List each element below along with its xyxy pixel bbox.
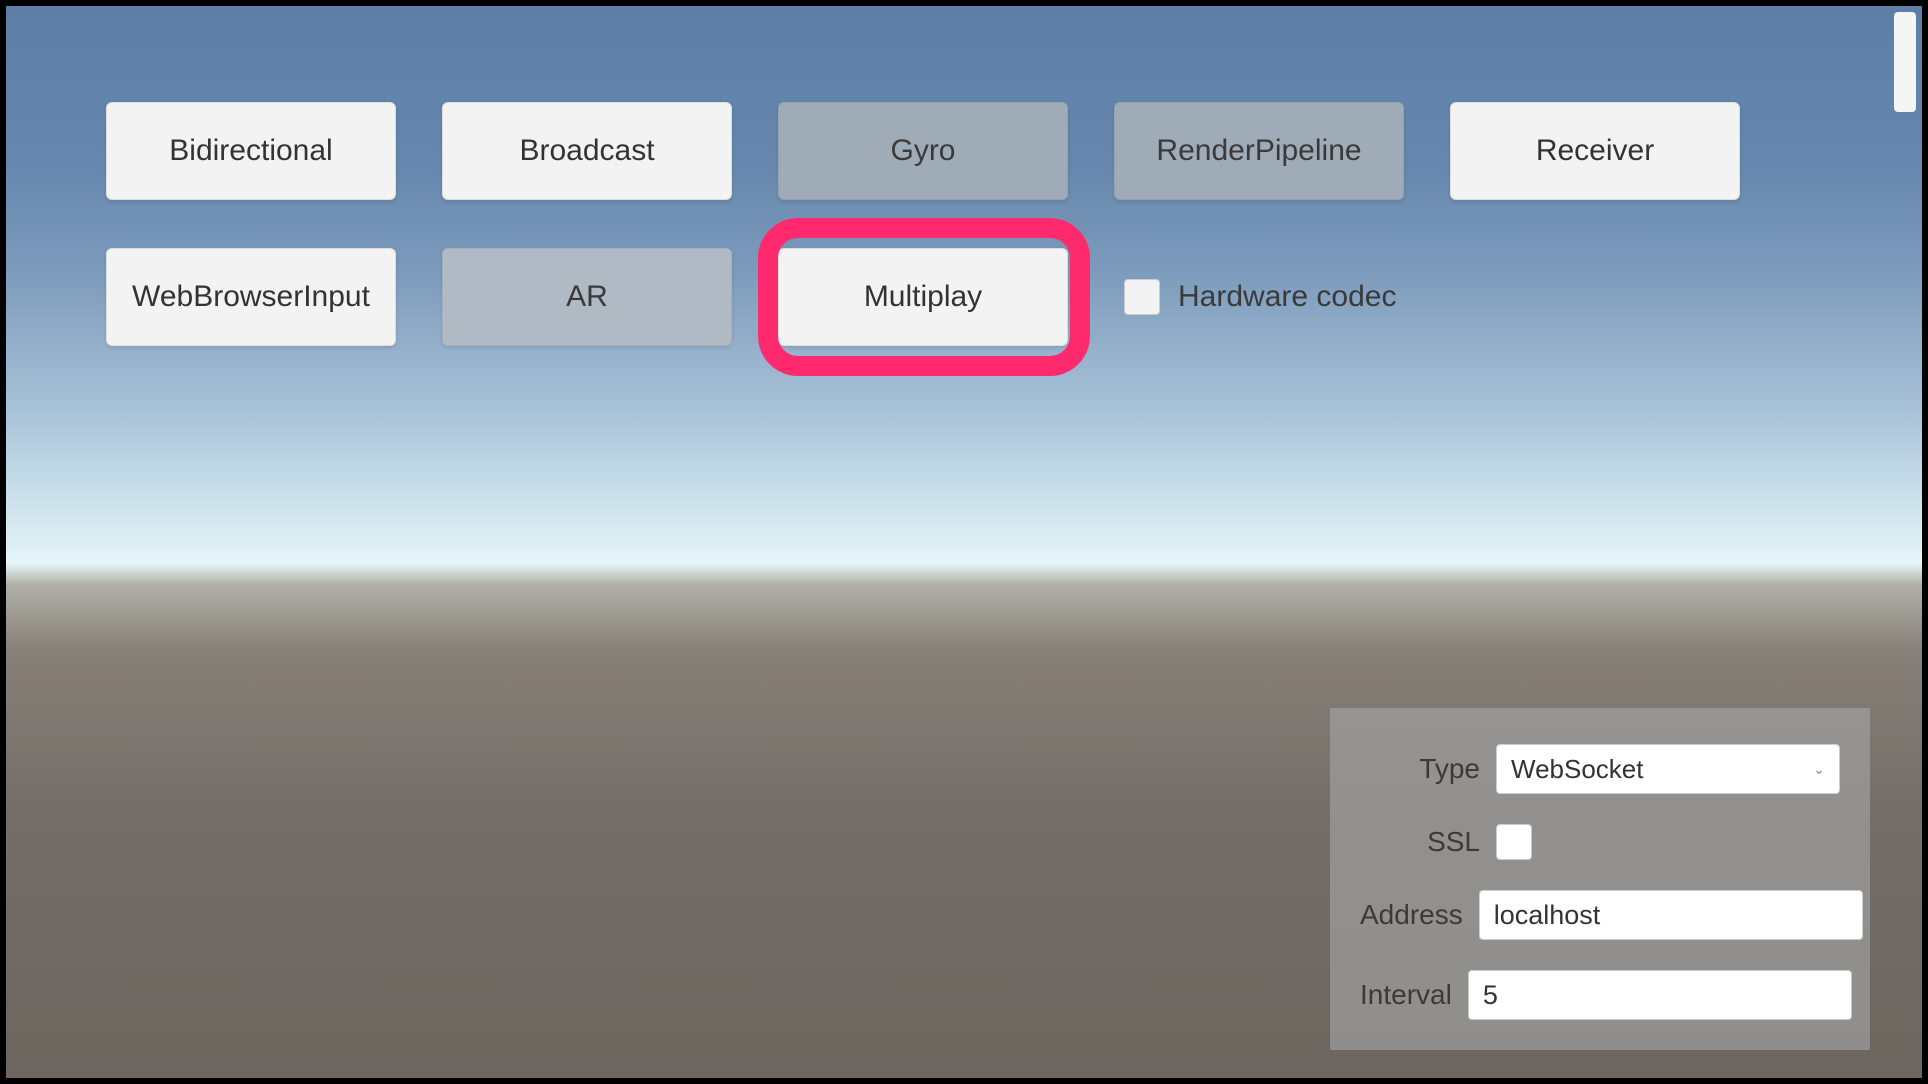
ssl-label: SSL: [1360, 826, 1480, 858]
address-input[interactable]: [1479, 890, 1863, 940]
type-label: Type: [1360, 753, 1480, 785]
ssl-checkbox[interactable]: [1496, 824, 1532, 860]
button-label: Broadcast: [519, 134, 654, 168]
interval-input[interactable]: [1468, 970, 1852, 1020]
type-row: Type WebSocket ⌄: [1360, 744, 1840, 794]
hardware-codec-label: Hardware codec: [1178, 280, 1396, 314]
interval-row: Interval: [1360, 970, 1840, 1020]
webbrowserinput-button[interactable]: WebBrowserInput: [106, 248, 396, 346]
button-label: AR: [566, 280, 608, 314]
address-label: Address: [1360, 899, 1463, 931]
button-label: WebBrowserInput: [132, 280, 370, 314]
hardware-codec-checkbox[interactable]: [1124, 279, 1160, 315]
ar-button[interactable]: AR: [442, 248, 732, 346]
type-value: WebSocket: [1511, 754, 1643, 785]
button-label: RenderPipeline: [1156, 134, 1361, 168]
address-row: Address: [1360, 890, 1840, 940]
button-label: Gyro: [890, 134, 955, 168]
renderpipeline-button[interactable]: RenderPipeline: [1114, 102, 1404, 200]
button-label: Multiplay: [864, 280, 982, 314]
interval-label: Interval: [1360, 979, 1452, 1011]
type-select[interactable]: WebSocket ⌄: [1496, 744, 1840, 794]
multiplay-wrapper: Multiplay: [778, 248, 1068, 346]
scrollbar[interactable]: [1894, 12, 1916, 112]
hardware-codec-wrapper: Hardware codec: [1124, 279, 1396, 315]
game-viewport: Bidirectional Broadcast Gyro RenderPipel…: [6, 6, 1922, 1078]
button-row-2: WebBrowserInput AR Multiplay Hardware co…: [106, 248, 1740, 346]
settings-panel: Type WebSocket ⌄ SSL Address Interval: [1330, 708, 1870, 1050]
button-label: Bidirectional: [169, 134, 332, 168]
bidirectional-button[interactable]: Bidirectional: [106, 102, 396, 200]
gyro-button[interactable]: Gyro: [778, 102, 1068, 200]
button-label: Receiver: [1536, 134, 1654, 168]
sample-buttons-grid: Bidirectional Broadcast Gyro RenderPipel…: [106, 102, 1740, 346]
broadcast-button[interactable]: Broadcast: [442, 102, 732, 200]
button-row-1: Bidirectional Broadcast Gyro RenderPipel…: [106, 102, 1740, 200]
multiplay-button[interactable]: Multiplay: [778, 248, 1068, 346]
ssl-row: SSL: [1360, 824, 1840, 860]
receiver-button[interactable]: Receiver: [1450, 102, 1740, 200]
chevron-down-icon: ⌄: [1813, 761, 1825, 778]
